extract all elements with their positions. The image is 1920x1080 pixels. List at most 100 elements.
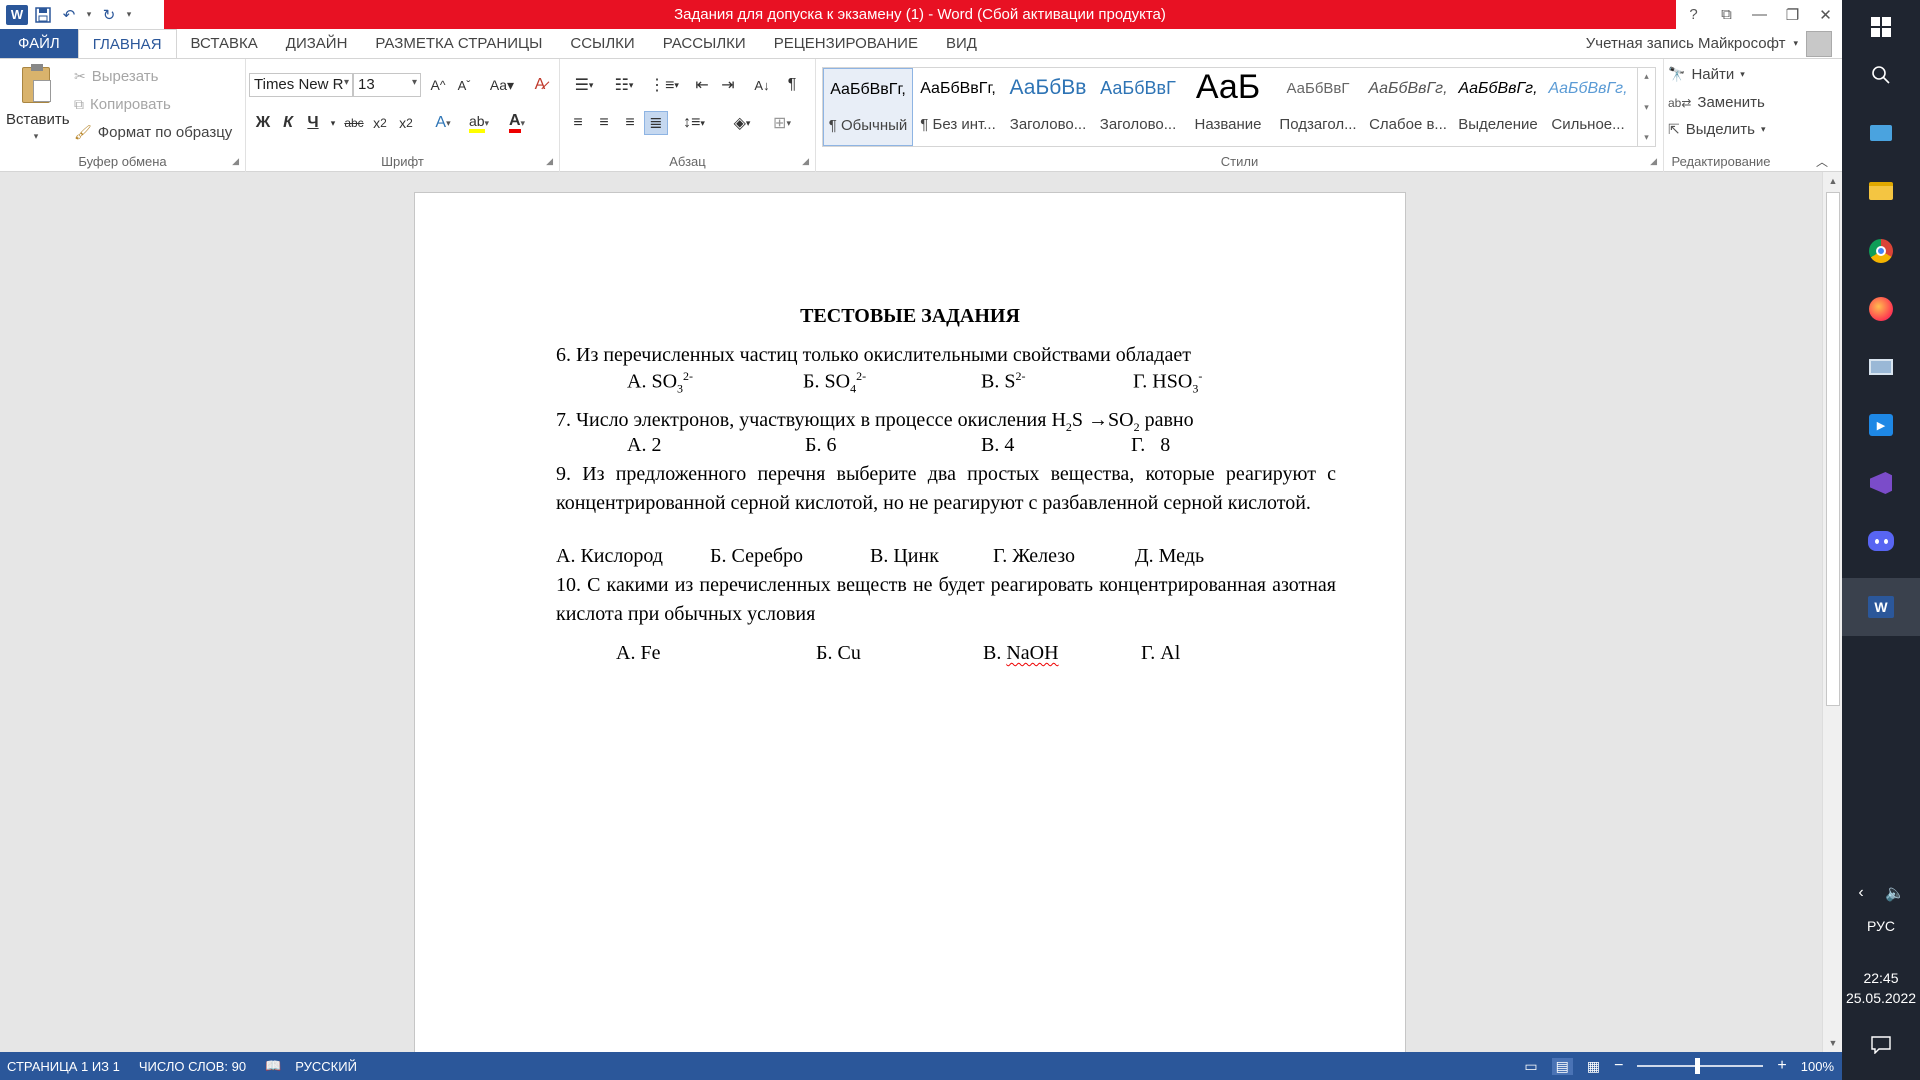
- visual-studio-icon[interactable]: [1860, 462, 1902, 504]
- input-language[interactable]: РУС: [1842, 918, 1920, 934]
- shrink-font-icon[interactable]: Aˇ: [452, 73, 476, 97]
- dialog-launcher-icon[interactable]: ◢: [232, 156, 239, 167]
- media-player-icon[interactable]: ▶: [1860, 404, 1902, 446]
- highlight-color-icon[interactable]: ab ▾: [462, 111, 496, 135]
- tab-page-layout[interactable]: РАЗМЕТКА СТРАНИЦЫ: [361, 29, 556, 58]
- more-styles-icon[interactable]: ▾: [1644, 132, 1649, 143]
- volume-icon[interactable]: 🔈: [1878, 872, 1912, 914]
- remote-desktop-icon[interactable]: [1860, 346, 1902, 388]
- style-title[interactable]: АаБ Название: [1183, 68, 1273, 146]
- find-button[interactable]: 🔭 Найти ▾: [1668, 66, 1745, 83]
- zoom-slider-thumb[interactable]: [1695, 1058, 1701, 1074]
- multilevel-list-icon[interactable]: ⋮≡ ▾: [646, 73, 682, 97]
- search-icon[interactable]: [1860, 54, 1902, 96]
- zoom-in-icon[interactable]: +: [1777, 1057, 1786, 1075]
- bullets-icon[interactable]: ☰ ▾: [566, 73, 602, 97]
- pilcrow-icon[interactable]: ¶: [780, 73, 804, 97]
- read-mode-icon[interactable]: ▭: [1524, 1058, 1537, 1075]
- clear-formatting-icon[interactable]: A̷: [528, 73, 552, 97]
- spelling-error-word[interactable]: NaOH: [1006, 642, 1058, 664]
- scroll-up-icon[interactable]: ▲: [1823, 172, 1843, 190]
- font-size-combo[interactable]: 13 ▾: [353, 73, 421, 97]
- minimize-button[interactable]: —: [1743, 0, 1776, 29]
- dialog-launcher-icon[interactable]: ◢: [1650, 156, 1657, 167]
- format-painter-button[interactable]: 🖌 Формат по образцу: [74, 124, 232, 141]
- help-button[interactable]: ?: [1677, 0, 1710, 29]
- tab-design[interactable]: ДИЗАЙН: [272, 29, 362, 58]
- select-button[interactable]: ⇱ Выделить ▾: [1668, 121, 1765, 138]
- font-color-icon[interactable]: A ▾: [500, 111, 534, 135]
- justify-icon[interactable]: ≣: [644, 111, 668, 135]
- tab-home[interactable]: ГЛАВНАЯ: [77, 29, 177, 58]
- style-heading-2[interactable]: АаБбВвГ Заголово...: [1093, 68, 1183, 146]
- scrollbar-thumb[interactable]: [1826, 192, 1840, 706]
- ribbon-display-options-button[interactable]: ⧉: [1710, 0, 1743, 29]
- discord-icon[interactable]: [1860, 520, 1902, 562]
- zoom-level[interactable]: 100%: [1801, 1059, 1834, 1074]
- chevron-left-icon[interactable]: ‹: [1846, 872, 1876, 914]
- web-layout-icon[interactable]: ▦: [1587, 1058, 1600, 1075]
- chevron-down-icon[interactable]: ▾: [1644, 102, 1649, 113]
- language-indicator[interactable]: РУССКИЙ: [288, 1059, 364, 1074]
- style-emphasis[interactable]: АаБбВвГг, Выделение: [1453, 68, 1543, 146]
- shading-icon[interactable]: ◈ ▾: [724, 111, 760, 135]
- restore-button[interactable]: ❐: [1776, 0, 1809, 29]
- redo-icon[interactable]: ↻: [98, 4, 120, 26]
- tab-references[interactable]: ССЫЛКИ: [556, 29, 648, 58]
- undo-icon[interactable]: ↶: [58, 4, 80, 26]
- decrease-indent-icon[interactable]: ⇤: [690, 73, 714, 97]
- style-intense-emphasis[interactable]: АаБбВвГг, Сильное...: [1543, 68, 1633, 146]
- align-center-icon[interactable]: ≡: [592, 111, 616, 135]
- word-logo-icon[interactable]: W: [6, 4, 28, 25]
- avatar[interactable]: [1806, 30, 1832, 57]
- tab-insert[interactable]: ВСТАВКА: [177, 29, 272, 58]
- save-icon[interactable]: [32, 4, 54, 26]
- dialog-launcher-icon[interactable]: ◢: [546, 156, 553, 167]
- firefox-icon[interactable]: [1860, 288, 1902, 330]
- collapse-ribbon-icon[interactable]: ︿: [1816, 153, 1828, 170]
- customize-qat-icon[interactable]: ▾: [124, 4, 134, 26]
- subscript-icon[interactable]: x2: [368, 111, 392, 135]
- line-spacing-icon[interactable]: ↕≡ ▾: [676, 111, 712, 135]
- print-layout-icon[interactable]: ▤: [1551, 1057, 1573, 1075]
- document-page[interactable]: ТЕСТОВЫЕ ЗАДАНИЯ 6. Из перечисленных час…: [414, 192, 1406, 1072]
- style-heading-1[interactable]: АаБбВв Заголово...: [1003, 68, 1093, 146]
- superscript-icon[interactable]: x2: [394, 111, 418, 135]
- word-taskbar-icon[interactable]: W: [1842, 578, 1920, 636]
- borders-icon[interactable]: ⊞ ▾: [764, 111, 800, 135]
- page-count[interactable]: СТРАНИЦА 1 ИЗ 1: [0, 1059, 127, 1074]
- align-right-icon[interactable]: ≡: [618, 111, 642, 135]
- dialog-launcher-icon[interactable]: ◢: [802, 156, 809, 167]
- clock[interactable]: 22:45 25.05.2022: [1842, 968, 1920, 1008]
- task-view-icon[interactable]: [1860, 112, 1902, 154]
- windows-start-icon[interactable]: [1860, 6, 1902, 48]
- bold-icon[interactable]: Ж: [251, 111, 275, 135]
- word-count[interactable]: ЧИСЛО СЛОВ: 90: [127, 1059, 253, 1074]
- copy-button[interactable]: ⧉ Копировать: [74, 96, 171, 113]
- tab-mailings[interactable]: РАССЫЛКИ: [649, 29, 760, 58]
- style-no-spacing[interactable]: АаБбВвГг, ¶ Без инт...: [913, 68, 1003, 146]
- font-name-combo[interactable]: Times New R ▾: [249, 73, 353, 97]
- strikethrough-icon[interactable]: abc: [342, 111, 366, 135]
- italic-icon[interactable]: К: [276, 111, 300, 135]
- zoom-out-icon[interactable]: −: [1614, 1057, 1623, 1075]
- tab-review[interactable]: РЕЦЕНЗИРОВАНИЕ: [760, 29, 932, 58]
- sort-icon[interactable]: A↓: [750, 73, 774, 97]
- tab-file[interactable]: ФАЙЛ: [0, 29, 78, 58]
- align-left-icon[interactable]: ≡: [566, 111, 590, 135]
- tab-view[interactable]: ВИД: [932, 29, 991, 58]
- style-normal[interactable]: АаБбВвГг, ¶ Обычный: [823, 68, 913, 146]
- notifications-icon[interactable]: [1860, 1024, 1902, 1066]
- close-button[interactable]: ✕: [1809, 0, 1842, 29]
- style-subtle-emphasis[interactable]: АаБбВвГг, Слабое в...: [1363, 68, 1453, 146]
- vertical-scrollbar[interactable]: ▲ ▼: [1822, 172, 1842, 1052]
- zoom-slider[interactable]: [1637, 1058, 1764, 1074]
- chevron-up-icon[interactable]: ▴: [1644, 71, 1649, 82]
- scroll-down-icon[interactable]: ▼: [1823, 1034, 1843, 1052]
- increase-indent-icon[interactable]: ⇥: [716, 73, 740, 97]
- proofing-icon[interactable]: 📖: [253, 1058, 288, 1074]
- text-effects-icon[interactable]: A ▾: [426, 111, 460, 135]
- cut-button[interactable]: ✂ Вырезать: [74, 68, 158, 85]
- file-explorer-icon[interactable]: [1860, 170, 1902, 212]
- change-case-icon[interactable]: Aa▾: [484, 73, 520, 97]
